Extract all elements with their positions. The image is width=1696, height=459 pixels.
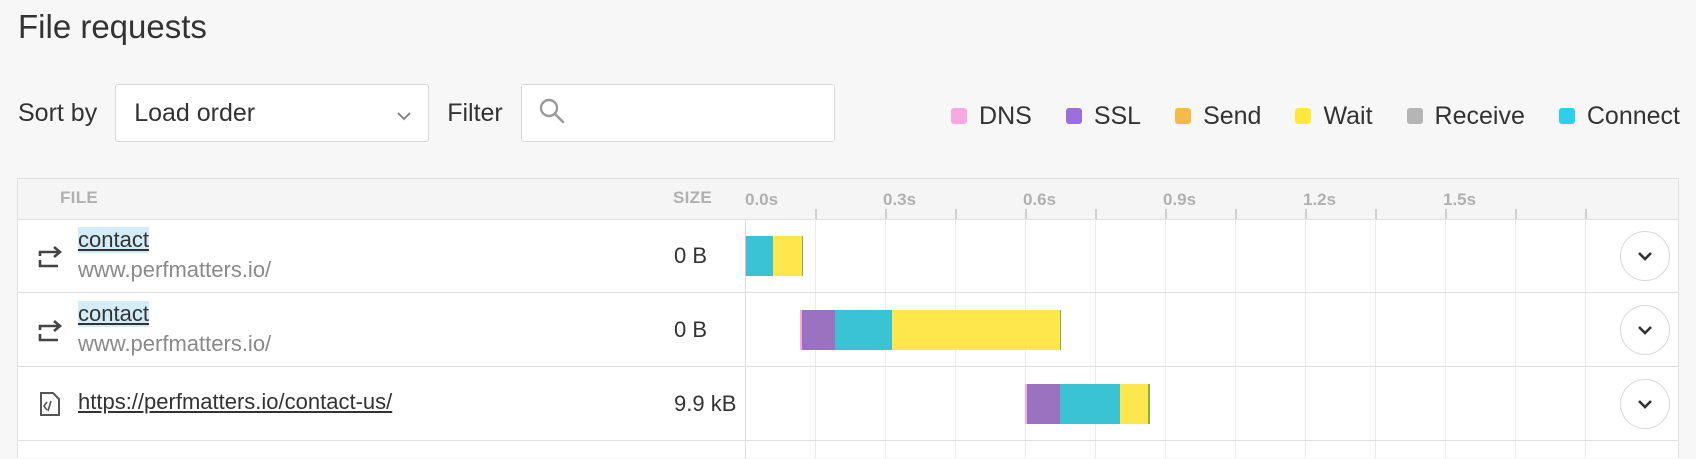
chevron-down-icon xyxy=(1636,250,1654,262)
table-row: contact www.perfmatters.io/0 B xyxy=(18,219,1678,293)
document-icon xyxy=(36,390,64,418)
sort-select-value: Load order xyxy=(134,98,256,127)
time-tick-mark xyxy=(1445,209,1447,219)
timing-segment-ssl xyxy=(801,310,835,350)
legend-label: Wait xyxy=(1323,101,1373,130)
sort-label: Sort by xyxy=(18,98,98,127)
time-tick-label: 0.9s xyxy=(1163,190,1197,209)
table-row: https://perfmatters.io/contact-us/9.9 kB xyxy=(18,367,1678,441)
time-tick-label: 1.2s xyxy=(1303,190,1337,209)
timing-segment-receive xyxy=(1148,384,1150,424)
time-tick-mark xyxy=(1235,209,1237,219)
column-header-file: FILE xyxy=(60,188,99,207)
timing-segment-connect xyxy=(746,236,773,276)
redirect-icon xyxy=(36,316,64,344)
time-tick-mark xyxy=(815,209,817,219)
time-tick-label: 0.6s xyxy=(1023,190,1057,209)
legend-swatch xyxy=(1558,108,1575,124)
legend-item-ssl: SSL xyxy=(1065,101,1142,131)
time-tick-label: 1.5s xyxy=(1443,190,1477,209)
legend-item-send: Send xyxy=(1175,102,1261,131)
filter-field[interactable] xyxy=(520,84,868,142)
file-size: 9.9 kB xyxy=(674,391,737,416)
file-host: www.perfmatters.io/ xyxy=(78,257,272,282)
filter-input[interactable] xyxy=(575,99,868,127)
expand-row-button[interactable] xyxy=(1620,231,1670,281)
time-tick-mark xyxy=(1025,209,1027,219)
timing-bar[interactable] xyxy=(800,310,1061,350)
legend-swatch xyxy=(1065,108,1082,124)
timing-segment-wait xyxy=(772,236,802,276)
expand-row-button[interactable] xyxy=(1620,305,1670,355)
search-icon xyxy=(538,97,566,130)
timing-bar[interactable] xyxy=(745,236,804,276)
file-link[interactable]: contact xyxy=(78,301,149,327)
legend-label: SSL xyxy=(1093,101,1142,130)
legend-swatch xyxy=(1175,108,1192,124)
redirect-icon xyxy=(36,242,64,270)
chevron-down-icon xyxy=(396,99,412,128)
time-tick-label: 0.3s xyxy=(883,190,917,209)
table-header: FILE SIZE 0.0s 0.3s 0.6s 0.9s 1.2s 1.5s xyxy=(18,179,1678,220)
filter-label: Filter xyxy=(447,98,503,127)
toolbar: Sort by Load order Filter xyxy=(18,84,868,142)
file-size: 0 B xyxy=(674,243,708,268)
expand-row-button[interactable] xyxy=(1620,379,1670,429)
page-title: File requests xyxy=(18,8,207,45)
time-tick-mark xyxy=(1305,209,1307,219)
chevron-down-icon xyxy=(1636,398,1654,410)
legend-label: Send xyxy=(1203,101,1262,130)
legend-item-wait: Wait xyxy=(1295,101,1373,131)
legend-swatch xyxy=(1295,108,1312,124)
time-tick-mark xyxy=(1585,209,1587,219)
file-link[interactable]: https://perfmatters.io/contact-us/ xyxy=(78,389,392,415)
legend-swatch xyxy=(1406,108,1423,124)
file-size: 0 B xyxy=(674,317,708,342)
time-tick-label: 0.0s xyxy=(745,190,779,209)
file-link[interactable]: contact xyxy=(78,227,149,253)
time-tick-mark xyxy=(1375,209,1377,219)
timing-segment-connect xyxy=(834,310,893,350)
time-tick-mark xyxy=(885,209,887,219)
file-host: www.perfmatters.io/ xyxy=(78,331,272,356)
timing-segment-ssl xyxy=(1026,384,1060,424)
legend-item-dns: DNS xyxy=(951,102,1032,131)
file-requests-table: FILE SIZE 0.0s 0.3s 0.6s 0.9s 1.2s 1.5s conta… xyxy=(17,178,1679,459)
sort-select[interactable]: Load order xyxy=(115,84,430,142)
time-tick-mark xyxy=(1095,209,1097,219)
legend-label: DNS xyxy=(979,101,1032,130)
legend-swatch xyxy=(951,108,968,124)
legend-label: Connect xyxy=(1586,101,1680,130)
legend-item-connect: Connect xyxy=(1558,101,1680,131)
table-row: contact www.perfmatters.io/0 B xyxy=(18,293,1678,367)
timing-segment-receive xyxy=(801,236,804,276)
timing-legend: DNS SSL Send Wait Receive Connect xyxy=(951,96,1680,136)
chevron-down-icon xyxy=(1636,324,1654,336)
timing-bar[interactable] xyxy=(1025,384,1150,424)
timing-segment-wait xyxy=(1120,384,1149,424)
timing-segment-receive xyxy=(1059,310,1061,350)
timing-segment-connect xyxy=(1059,384,1121,424)
legend-label: Receive xyxy=(1434,101,1525,130)
legend-item-receive: Receive xyxy=(1406,101,1525,131)
timing-segment-wait xyxy=(892,310,1060,350)
time-tick-mark xyxy=(1515,209,1517,219)
column-header-size: SIZE xyxy=(673,188,712,207)
time-tick-mark xyxy=(955,209,957,219)
time-tick-mark xyxy=(1165,209,1167,219)
